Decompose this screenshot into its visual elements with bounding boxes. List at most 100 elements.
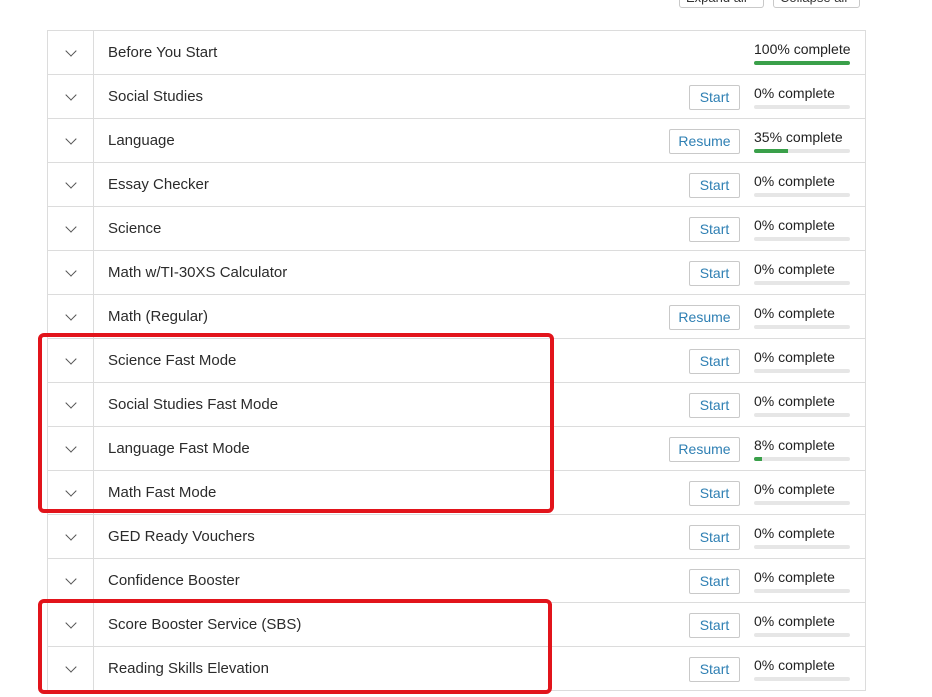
progress-bar bbox=[754, 369, 850, 373]
module-title: GED Ready Vouchers bbox=[108, 528, 255, 545]
expand-all-button[interactable]: Expand all bbox=[679, 0, 764, 8]
module-row: Reading Skills Elevation Start 0% complete bbox=[47, 647, 866, 691]
expand-toggle[interactable] bbox=[48, 207, 94, 250]
module-row: Science Fast Mode Start 0% complete bbox=[47, 339, 866, 383]
progress-bar bbox=[754, 457, 850, 461]
progress-bar bbox=[754, 501, 850, 505]
progress-bar bbox=[754, 61, 850, 65]
module-title: Social Studies bbox=[108, 88, 204, 105]
start-button[interactable]: Start bbox=[689, 349, 740, 374]
module-row: Before You Start 100% complete bbox=[47, 31, 866, 75]
module-progress: 0% complete bbox=[754, 304, 851, 329]
chevron-down-icon bbox=[64, 88, 77, 101]
progress-bar-fill bbox=[754, 149, 788, 153]
resume-button[interactable]: Resume bbox=[669, 437, 740, 462]
start-button[interactable]: Start bbox=[689, 525, 740, 550]
module-progress: 0% complete bbox=[754, 568, 851, 593]
resume-button[interactable]: Resume bbox=[669, 129, 740, 154]
progress-bar bbox=[754, 633, 850, 637]
start-button[interactable]: Start bbox=[689, 657, 740, 682]
module-row: Confidence Booster Start 0% complete bbox=[47, 559, 866, 603]
module-row: Social Studies Start 0% complete bbox=[47, 75, 866, 119]
progress-bar bbox=[754, 281, 850, 285]
progress-bar bbox=[754, 677, 850, 681]
progress-bar bbox=[754, 325, 850, 329]
expand-toggle[interactable] bbox=[48, 295, 94, 338]
progress-label: 100% complete bbox=[754, 41, 851, 57]
module-title: Social Studies Fast Mode bbox=[108, 396, 279, 413]
start-button[interactable]: Start bbox=[689, 261, 740, 286]
module-title: Confidence Booster bbox=[108, 572, 240, 589]
module-progress: 0% complete bbox=[754, 480, 851, 505]
module-list: Before You Start 100% complete Social Stud… bbox=[47, 30, 866, 691]
start-button[interactable]: Start bbox=[689, 217, 740, 242]
module-progress: 0% complete bbox=[754, 260, 851, 285]
module-title: Before You Start bbox=[108, 44, 218, 61]
progress-label: 0% complete bbox=[754, 481, 835, 497]
module-row: Language Resume 35% complete bbox=[47, 119, 866, 163]
chevron-down-icon bbox=[64, 660, 77, 673]
progress-label: 0% complete bbox=[754, 525, 835, 541]
progress-label: 0% complete bbox=[754, 393, 835, 409]
module-progress: 0% complete bbox=[754, 656, 851, 681]
progress-label: 0% complete bbox=[754, 305, 835, 321]
progress-label: 0% complete bbox=[754, 217, 835, 233]
progress-bar bbox=[754, 237, 850, 241]
expand-toggle[interactable] bbox=[48, 427, 94, 470]
chevron-down-icon bbox=[64, 220, 77, 233]
module-progress: 0% complete bbox=[754, 348, 851, 373]
progress-bar-fill bbox=[754, 457, 762, 461]
progress-bar bbox=[754, 589, 850, 593]
module-row: Essay Checker Start 0% complete bbox=[47, 163, 866, 207]
start-button[interactable]: Start bbox=[689, 85, 740, 110]
collapse-all-button[interactable]: Collapse all bbox=[773, 0, 860, 8]
progress-bar bbox=[754, 105, 850, 109]
progress-label: 0% complete bbox=[754, 173, 835, 189]
expand-toggle[interactable] bbox=[48, 339, 94, 382]
expand-toggle[interactable] bbox=[48, 31, 94, 74]
start-button[interactable]: Start bbox=[689, 613, 740, 638]
module-row: Math Fast Mode Start 0% complete bbox=[47, 471, 866, 515]
progress-label: 35% complete bbox=[754, 129, 843, 145]
expand-toggle[interactable] bbox=[48, 471, 94, 514]
start-button[interactable]: Start bbox=[689, 393, 740, 418]
module-title: Language bbox=[108, 132, 175, 149]
course-modules-page: Expand all Collapse all Before You Start… bbox=[0, 0, 932, 697]
chevron-down-icon bbox=[64, 396, 77, 409]
module-row: Math w/TI-30XS Calculator Start 0% complet… bbox=[47, 251, 866, 295]
module-progress: 0% complete bbox=[754, 524, 851, 549]
resume-button[interactable]: Resume bbox=[669, 305, 740, 330]
toolbar: Expand all Collapse all bbox=[679, 0, 860, 8]
chevron-down-icon bbox=[64, 484, 77, 497]
start-button[interactable]: Start bbox=[689, 173, 740, 198]
chevron-down-icon bbox=[64, 352, 77, 365]
expand-toggle[interactable] bbox=[48, 515, 94, 558]
module-row: Math (Regular) Resume 0% complete bbox=[47, 295, 866, 339]
module-title: Language Fast Mode bbox=[108, 440, 250, 457]
module-title: Math w/TI-30XS Calculator bbox=[108, 264, 288, 281]
expand-toggle[interactable] bbox=[48, 75, 94, 118]
expand-toggle[interactable] bbox=[48, 383, 94, 426]
module-row: GED Ready Vouchers Start 0% complete bbox=[47, 515, 866, 559]
chevron-down-icon bbox=[64, 440, 77, 453]
module-progress: 0% complete bbox=[754, 392, 851, 417]
start-button[interactable]: Start bbox=[689, 481, 740, 506]
module-row: Social Studies Fast Mode Start 0% complete bbox=[47, 383, 866, 427]
expand-toggle[interactable] bbox=[48, 603, 94, 646]
module-progress: 100% complete bbox=[754, 40, 851, 65]
chevron-down-icon bbox=[64, 132, 77, 145]
expand-toggle[interactable] bbox=[48, 647, 94, 690]
module-title: Math Fast Mode bbox=[108, 484, 217, 501]
progress-label: 0% complete bbox=[754, 569, 835, 585]
expand-toggle[interactable] bbox=[48, 251, 94, 294]
expand-toggle[interactable] bbox=[48, 163, 94, 206]
chevron-down-icon bbox=[64, 616, 77, 629]
module-progress: 35% complete bbox=[754, 128, 851, 153]
start-button[interactable]: Start bbox=[689, 569, 740, 594]
module-progress: 0% complete bbox=[754, 216, 851, 241]
progress-label: 0% complete bbox=[754, 349, 835, 365]
expand-toggle[interactable] bbox=[48, 119, 94, 162]
module-title: Score Booster Service (SBS) bbox=[108, 616, 302, 633]
module-row: Score Booster Service (SBS) Start 0% compl… bbox=[47, 603, 866, 647]
expand-toggle[interactable] bbox=[48, 559, 94, 602]
